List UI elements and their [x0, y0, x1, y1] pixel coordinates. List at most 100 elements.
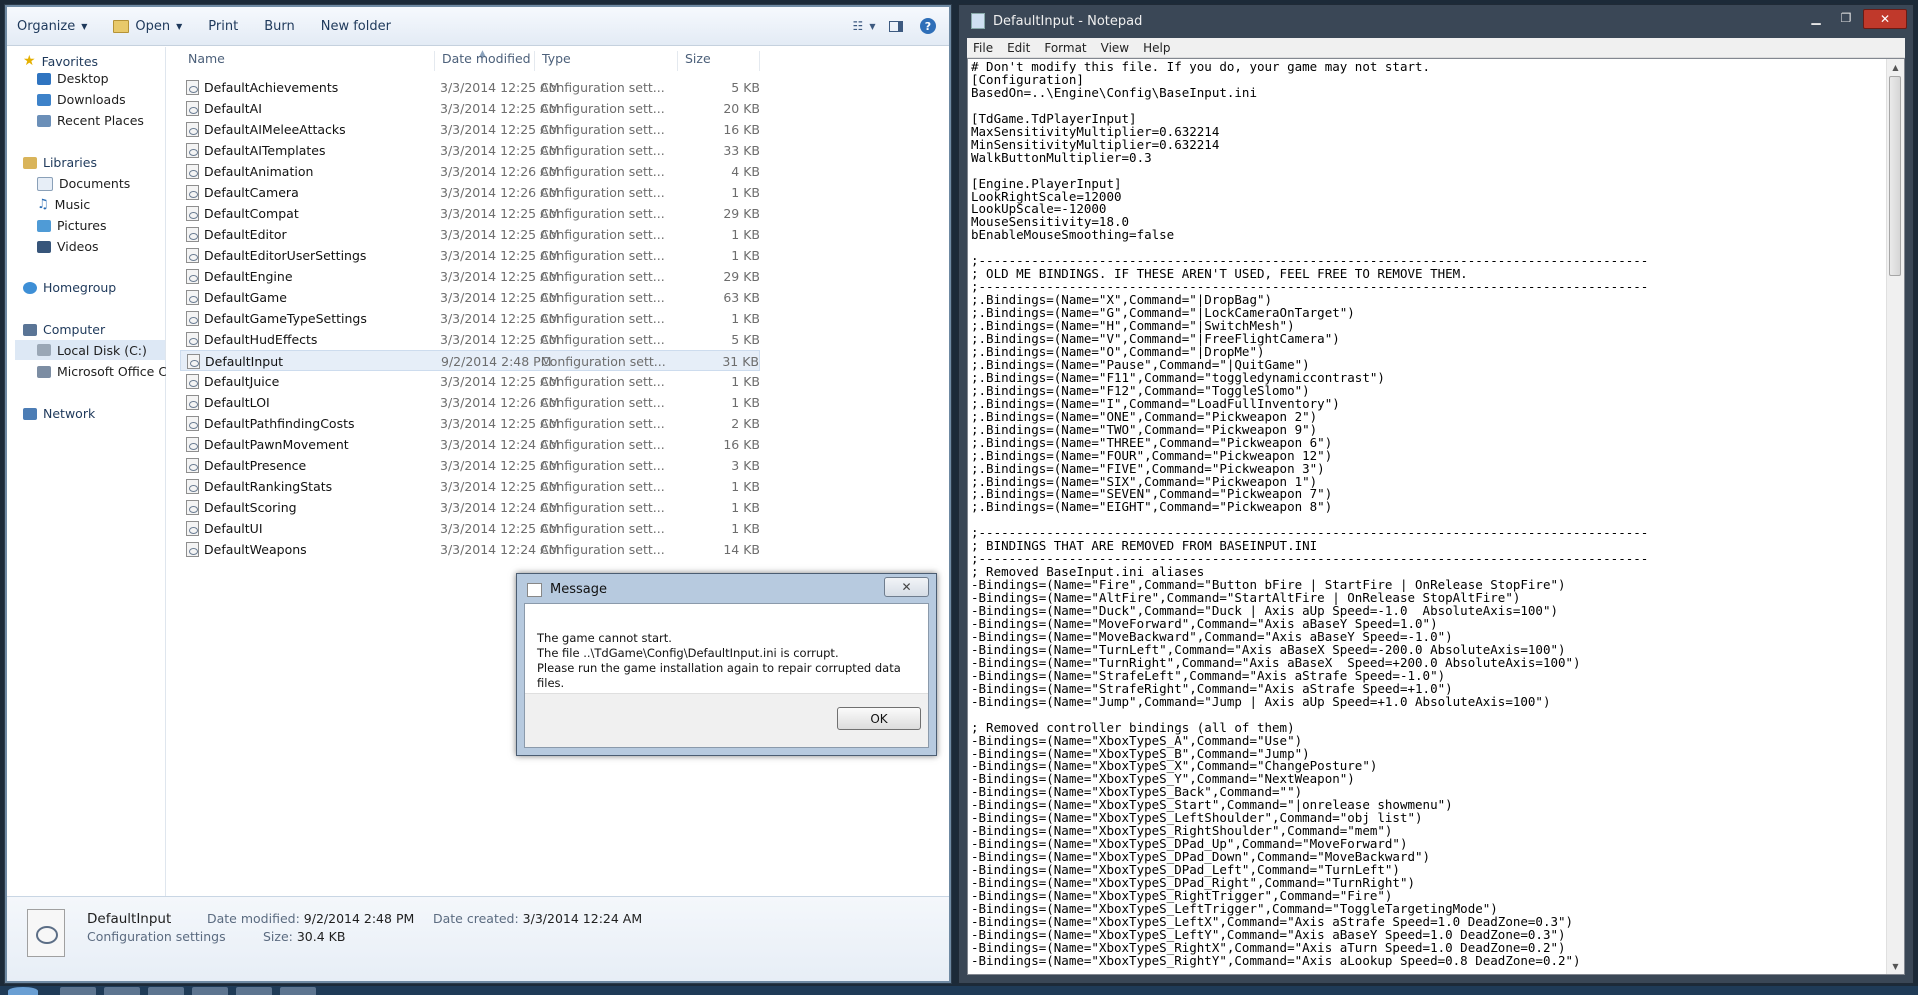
file-row[interactable]: DefaultEditorUserSettings 3/3/2014 12:25 … [180, 245, 760, 266]
nav-downloads[interactable]: Downloads [37, 92, 126, 107]
file-row[interactable]: DefaultAITemplates 3/3/2014 12:25 AM Confi… [180, 140, 760, 161]
column-divider[interactable] [759, 51, 760, 71]
scroll-down-icon[interactable]: ▼ [1887, 958, 1904, 974]
help-icon[interactable]: ? [917, 16, 939, 36]
file-type: Configuration sett... [540, 311, 665, 326]
menu-format[interactable]: Format [1044, 41, 1086, 55]
file-row[interactable]: DefaultPawnMovement 3/3/2014 12:24 AM Conf… [180, 434, 760, 455]
desktop-icon [37, 72, 51, 85]
file-row[interactable]: DefaultRankingStats 3/3/2014 12:25 AM Conf… [180, 476, 760, 497]
menu-help[interactable]: Help [1143, 41, 1170, 55]
ok-button[interactable]: OK [837, 707, 921, 730]
close-button[interactable]: ✕ [1863, 9, 1907, 29]
organize-button[interactable]: Organize ▼ [17, 19, 87, 34]
column-header-type[interactable]: Type [542, 51, 571, 71]
menu-edit[interactable]: Edit [1007, 41, 1030, 55]
file-size: 33 KB [723, 143, 760, 158]
file-size: 1 KB [731, 185, 760, 200]
maximize-button[interactable]: ❐ [1833, 9, 1859, 27]
file-row[interactable]: DefaultAI 3/3/2014 12:25 AM Configuration … [180, 98, 760, 119]
taskbar-button[interactable] [148, 987, 184, 995]
taskbar-button[interactable] [280, 987, 316, 995]
nav-homegroup[interactable]: Homegroup [23, 280, 116, 295]
nav-local-disk[interactable]: Local Disk (C:) [15, 340, 165, 360]
nav-ms-office[interactable]: Microsoft Office Clic [37, 364, 181, 379]
nav-desktop[interactable]: Desktop [37, 71, 109, 86]
window-controls: ▁ ❐ ✕ [1799, 9, 1907, 29]
menu-bar: File Edit Format View Help [967, 38, 1905, 58]
chevron-down-icon: ▼ [81, 21, 88, 31]
new-folder-button[interactable]: New folder [321, 19, 391, 34]
nav-network[interactable]: Network [23, 406, 95, 421]
vertical-scrollbar[interactable]: ▲ ▼ [1886, 59, 1904, 974]
file-row[interactable]: DefaultInput 9/2/2014 2:48 PM Configuratio… [180, 350, 760, 371]
nav-favorites[interactable]: ★ Favorites [23, 53, 98, 69]
nav-recent-places[interactable]: Recent Places [37, 113, 144, 128]
notepad-title-bar: DefaultInput - Notepad [971, 13, 1142, 29]
nav-music-label: Music [54, 197, 91, 212]
file-row[interactable]: DefaultUI 3/3/2014 12:25 AM Configuration … [180, 518, 760, 539]
editor-text[interactable]: # Don't modify this file. If you do, you… [971, 61, 1884, 974]
scroll-up-icon[interactable]: ▲ [1887, 59, 1904, 75]
file-name: DefaultInput [205, 354, 284, 369]
column-header-date[interactable]: Date modified [442, 51, 531, 71]
view-options-icon[interactable]: ☷ ▼ [853, 16, 876, 36]
file-size: 29 KB [723, 206, 760, 221]
file-row[interactable]: DefaultLOI 3/3/2014 12:26 AM Configuration… [180, 392, 760, 413]
nav-documents[interactable]: Documents [37, 176, 130, 191]
burn-button[interactable]: Burn [264, 19, 295, 34]
taskbar-button[interactable] [104, 987, 140, 995]
taskbar-button[interactable] [236, 987, 272, 995]
config-file-icon [186, 332, 199, 347]
preview-pane-icon[interactable] [885, 16, 907, 36]
config-file-icon [186, 458, 199, 473]
taskbar-button[interactable] [60, 987, 96, 995]
column-divider[interactable] [534, 51, 535, 71]
taskbar-button[interactable] [192, 987, 228, 995]
menu-file[interactable]: File [973, 41, 993, 55]
column-header-name[interactable]: Name ▲ [188, 49, 486, 71]
print-button[interactable]: Print [208, 19, 238, 34]
column-header-size[interactable]: Size [685, 51, 711, 71]
file-row[interactable]: DefaultAchievements 3/3/2014 12:25 AM Conf… [180, 77, 760, 98]
column-divider[interactable] [434, 51, 435, 71]
nav-computer[interactable]: Computer [23, 322, 105, 337]
file-row[interactable]: DefaultAnimation 3/3/2014 12:26 AM Configu… [180, 161, 760, 182]
column-date-label: Date modified [442, 51, 531, 66]
file-row[interactable]: DefaultPathfindingCosts 3/3/2014 12:25 AM… [180, 413, 760, 434]
scrollbar-thumb[interactable] [1889, 76, 1901, 276]
file-row[interactable]: DefaultPresence 3/3/2014 12:25 AM Configur… [180, 455, 760, 476]
nav-videos[interactable]: Videos [37, 239, 99, 254]
close-button[interactable]: ✕ [884, 577, 929, 597]
file-row[interactable]: DefaultGame 3/3/2014 12:25 AM Configuratio… [180, 287, 760, 308]
file-row[interactable]: DefaultCompat 3/3/2014 12:25 AM Configurat… [180, 203, 760, 224]
open-button[interactable]: Open ▼ [113, 19, 182, 34]
nav-pictures[interactable]: Pictures [37, 218, 107, 233]
size-value: 30.4 KB [296, 929, 346, 944]
file-row[interactable]: DefaultEngine 3/3/2014 12:25 AM Configurat… [180, 266, 760, 287]
computer-icon [23, 323, 37, 336]
file-row[interactable]: DefaultWeapons 3/3/2014 12:24 AM Configura… [180, 539, 760, 560]
file-type: Configuration sett... [540, 143, 665, 158]
nav-libraries[interactable]: Libraries [23, 155, 97, 170]
minimize-button[interactable]: ▁ [1803, 9, 1829, 27]
file-row[interactable]: DefaultHudEffects 3/3/2014 12:25 AM Config… [180, 329, 760, 350]
explorer-window: Organize ▼ Open ▼ Print Burn New folder … [4, 4, 952, 984]
file-row[interactable]: DefaultAIMeleeAttacks 3/3/2014 12:25 AM Co… [180, 119, 760, 140]
menu-view[interactable]: View [1101, 41, 1129, 55]
text-editor[interactable]: # Don't modify this file. If you do, you… [967, 58, 1905, 975]
config-file-icon [186, 290, 199, 305]
start-button[interactable] [8, 987, 38, 995]
file-name: DefaultAchievements [204, 80, 339, 95]
file-name: DefaultWeapons [204, 542, 307, 557]
file-row[interactable]: DefaultScoring 3/3/2014 12:24 AM Configura… [180, 497, 760, 518]
file-row[interactable]: DefaultCamera 3/3/2014 12:26 AM Configurat… [180, 182, 760, 203]
file-row[interactable]: DefaultGameTypeSettings 3/3/2014 12:25 AM… [180, 308, 760, 329]
file-type: Configuration sett... [540, 248, 665, 263]
column-divider[interactable] [677, 51, 678, 71]
file-row[interactable]: DefaultJuice 3/3/2014 12:25 AM Configurati… [180, 371, 760, 392]
date-modified-label: Date modified: [207, 911, 300, 926]
file-row[interactable]: DefaultEditor 3/3/2014 12:25 AM Configurat… [180, 224, 760, 245]
file-size: 3 KB [731, 458, 760, 473]
nav-music[interactable]: ♫ Music [37, 197, 90, 212]
